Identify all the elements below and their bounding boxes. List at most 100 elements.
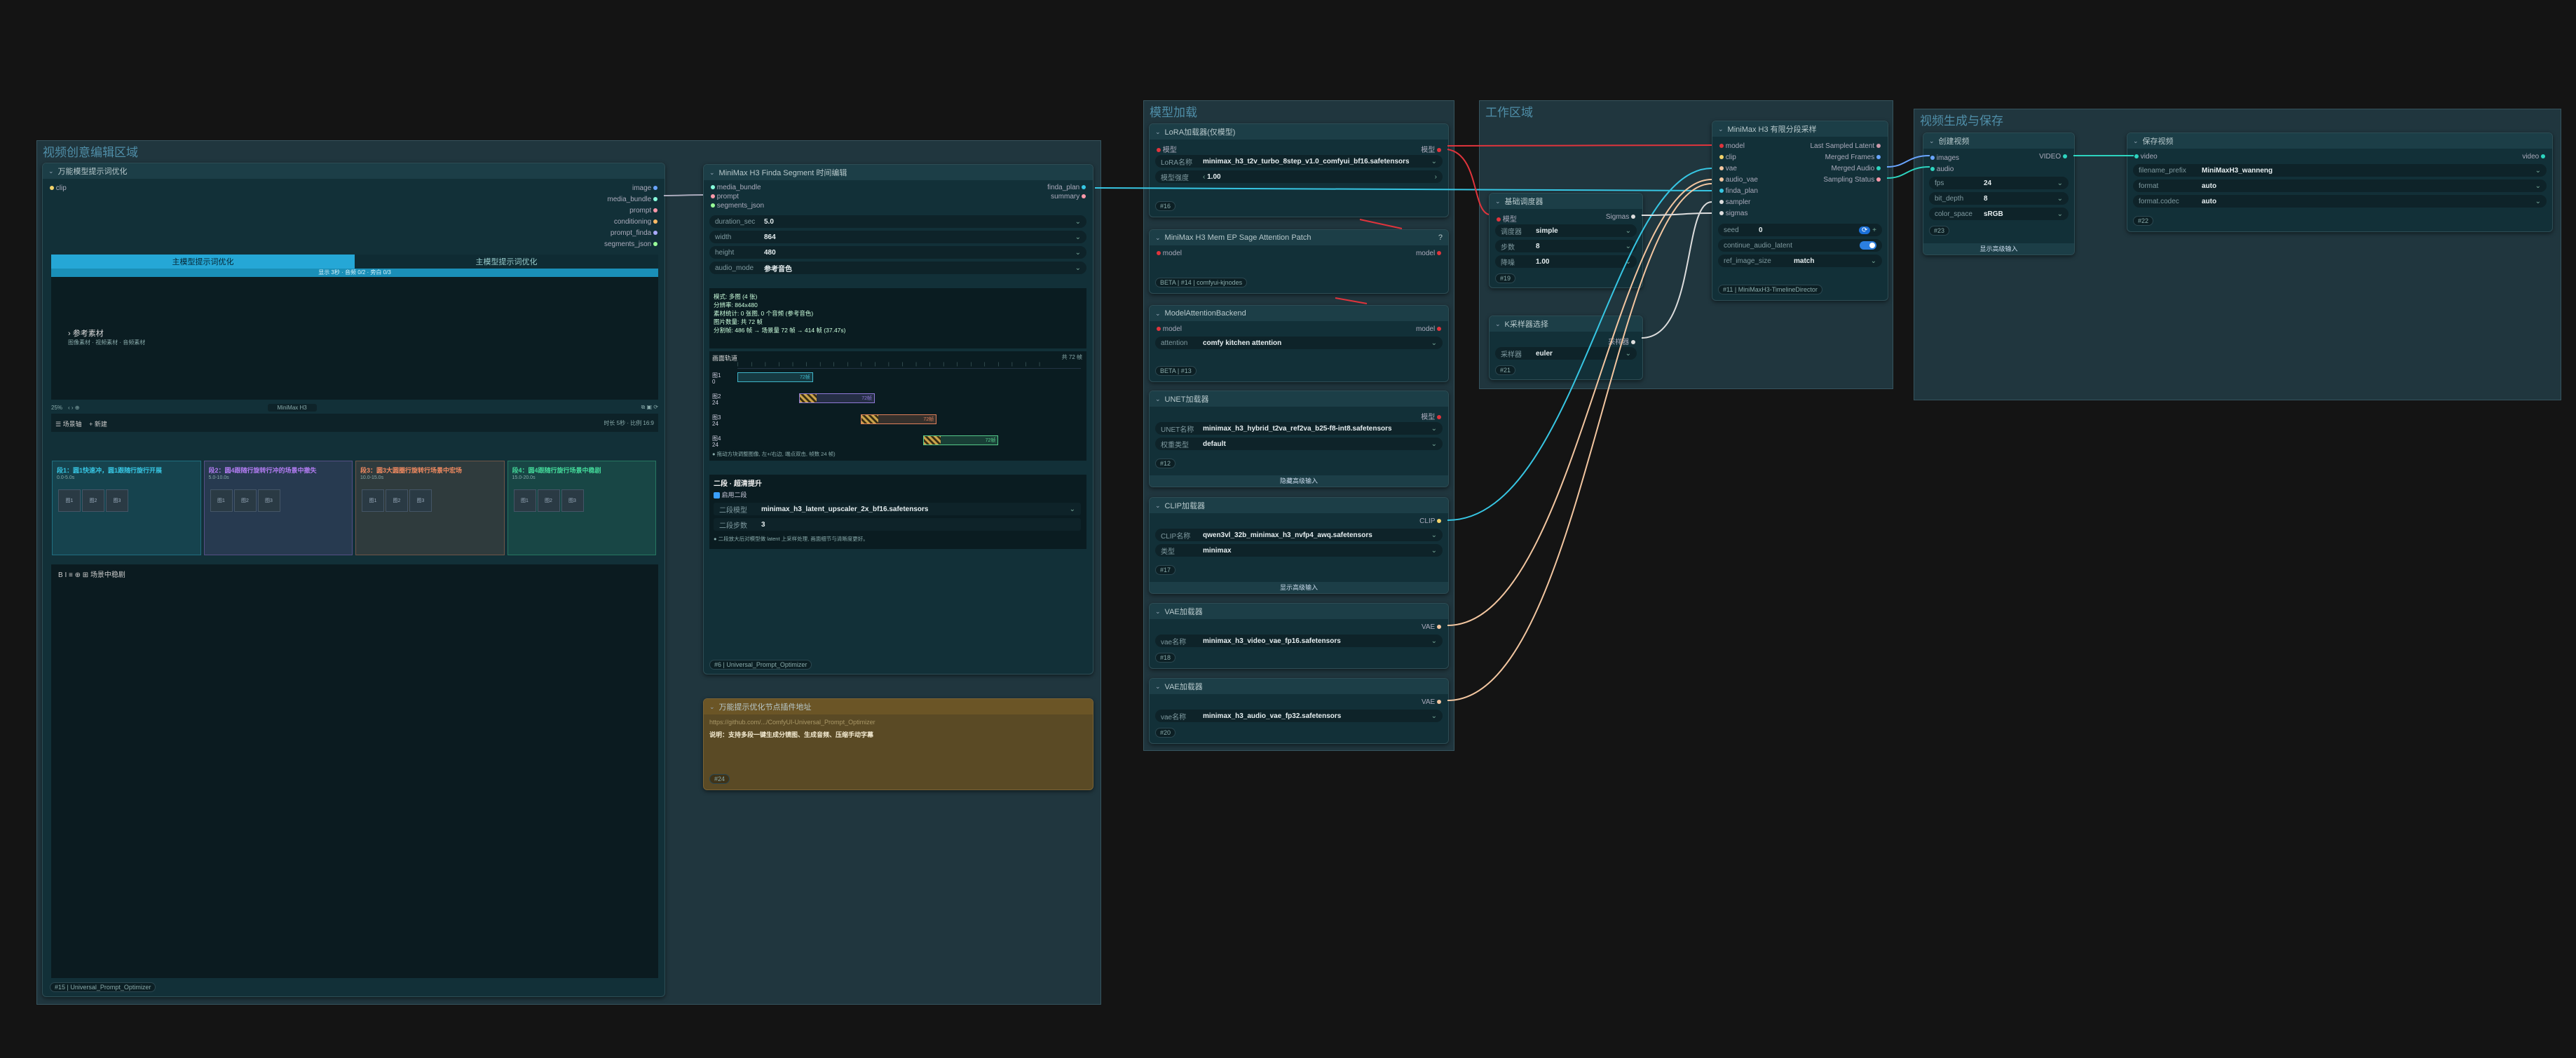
toggle-advanced-button[interactable]: 隐藏高级输入 bbox=[1150, 475, 1448, 487]
track-block[interactable]: 72帧 bbox=[799, 393, 875, 403]
basic-scheduler-node[interactable]: ⌄ 基础调度器 模型 Sigmas #19 调度器 simple ⌄ 步数 8 ⌄ 降噪 1.0… bbox=[1489, 193, 1643, 288]
node-header[interactable]: ⌄ VAE加载器 bbox=[1150, 679, 1448, 694]
vae-loader-audio-node[interactable]: ⌄ VAE加载器 VAE vae名称 minimax_h3_audio_vae_fp… bbox=[1149, 678, 1449, 744]
input-video[interactable]: video bbox=[2134, 153, 2158, 161]
prompt-optimizer-node[interactable]: ⌄ 万能模型提示词优化 clip image media_bundle promp… bbox=[42, 163, 665, 997]
node-header[interactable]: ⌄ 保存视频 bbox=[2127, 133, 2552, 149]
scene-thumbnail[interactable]: 图1 bbox=[58, 489, 81, 512]
scene-thumbnail[interactable]: 图3 bbox=[561, 489, 584, 512]
finda-segment-node[interactable]: ⌄ MiniMax H3 Finda Segment 时间编辑 media_bun… bbox=[703, 164, 1093, 674]
dropdown-icon[interactable]: ⌄ bbox=[1075, 249, 1081, 257]
widget[interactable]: width 864 ⌄ bbox=[709, 231, 1086, 243]
output-slot[interactable]: Merged Frames bbox=[1810, 152, 1881, 163]
lora-strength-input[interactable]: 模型强度 ‹ 1.00 › bbox=[1155, 170, 1443, 183]
widget[interactable]: duration_sec 5.0 ⌄ bbox=[709, 215, 1086, 228]
input-slot[interactable]: finda_plan bbox=[1719, 186, 1758, 197]
output-video[interactable]: VIDEO bbox=[2039, 153, 2067, 161]
node-header[interactable]: ⌄ 基础调度器 bbox=[1490, 194, 1642, 209]
toggle-advanced-button[interactable]: 显示高级输入 bbox=[1150, 582, 1448, 593]
widget[interactable]: fps 24 ⌄ bbox=[1929, 177, 2069, 189]
save-video-node[interactable]: ⌄ 保存视频 video video #22 filename_prefix Min… bbox=[2127, 133, 2553, 232]
dropdown-icon[interactable]: ⌄ bbox=[2057, 210, 2063, 218]
upscale-model-select[interactable]: 二段模型 minimax_h3_latent_upscaler_2x_bf16.s… bbox=[714, 503, 1081, 515]
input-model[interactable]: model bbox=[1157, 250, 1182, 257]
input-slot[interactable]: audio_vae bbox=[1719, 175, 1758, 186]
input-model[interactable]: model bbox=[1157, 325, 1182, 333]
track-panel[interactable]: 画面轨道 共 72 帧 ||||||||||||||||||||||| ● 拖动… bbox=[709, 351, 1086, 461]
scene-thumbnail[interactable]: 图1 bbox=[362, 489, 384, 512]
unet-loader-node[interactable]: ⌄ UNET加载器 模型 UNET名称 minimax_h3_hybrid_t2va… bbox=[1149, 391, 1449, 487]
toolbar-icons[interactable]: ⧉ ▣ ⟳ bbox=[641, 404, 658, 411]
widget[interactable]: format auto ⌄ bbox=[2133, 179, 2547, 192]
note-url[interactable]: https://github.com/.../ComfyUI-Universal… bbox=[709, 719, 875, 726]
zoom-controls[interactable]: ‹ › ⊕ bbox=[68, 405, 79, 411]
output-slot[interactable]: media_bundle bbox=[604, 194, 657, 205]
collapse-icon[interactable]: ⌄ bbox=[48, 168, 54, 175]
timeline-ruler[interactable]: ☰ 场景轴 + 新建 时长 5秒 · 比例 16:9 bbox=[51, 414, 658, 432]
scene-thumbnail[interactable]: 图3 bbox=[409, 489, 432, 512]
output-slot[interactable]: summary bbox=[1047, 192, 1086, 201]
node-header[interactable]: ⌄ UNET加载器 bbox=[1150, 391, 1448, 407]
continue-audio-toggle[interactable]: continue_audio_latent bbox=[1718, 239, 1882, 252]
widget[interactable]: 调度器 simple ⌄ bbox=[1495, 224, 1637, 237]
scene-card[interactable]: 段4：圆4跟随行旋行场景中稳剧 15.0-20.0s 图1 图2 图3 bbox=[507, 461, 656, 555]
output-slot[interactable]: image bbox=[604, 183, 657, 194]
vae-loader-video-node[interactable]: ⌄ VAE加载器 VAE vae名称 minimax_h3_video_vae_fp… bbox=[1149, 603, 1449, 669]
output-slot[interactable]: Last Sampled Latent bbox=[1810, 141, 1881, 152]
scene-thumbnail[interactable]: 图2 bbox=[233, 489, 257, 512]
scene-thumbnail[interactable]: 图2 bbox=[537, 489, 560, 512]
track-block[interactable]: 72帧 bbox=[922, 435, 999, 445]
zoom-level[interactable]: 25% bbox=[51, 405, 62, 411]
scene-thumbnail[interactable]: 图3 bbox=[257, 489, 280, 512]
scene-card[interactable]: 段2：圆4跟随行旋转行冲的场景中撤失 5.0-10.0s 图1 图2 图3 bbox=[203, 461, 353, 555]
dropdown-icon[interactable]: ⌄ bbox=[1075, 264, 1081, 272]
node-header[interactable]: ⌄ VAE加载器 bbox=[1150, 604, 1448, 619]
input-slot[interactable]: vae bbox=[1719, 163, 1758, 175]
output-vae[interactable]: VAE bbox=[1422, 623, 1441, 631]
output-sampler[interactable]: 采样器 bbox=[1608, 336, 1635, 346]
input-slot[interactable]: sigmas bbox=[1719, 208, 1758, 219]
output-slot[interactable]: Sampling Status bbox=[1810, 175, 1881, 186]
output-slot[interactable]: prompt_finda bbox=[604, 228, 657, 239]
node-header[interactable]: ⌄ CLIP加载器 bbox=[1150, 498, 1448, 513]
ksampler-select-node[interactable]: ⌄ K采样器选择 采样器 采样器 euler ⌄ #21 bbox=[1489, 316, 1643, 380]
track-block[interactable]: 72帧 bbox=[737, 372, 813, 382]
weight-dtype-select[interactable]: 权重类型 default ⌄ bbox=[1155, 438, 1443, 450]
track-block[interactable]: 72帧 bbox=[861, 414, 937, 424]
input-slot[interactable]: model bbox=[1719, 141, 1758, 152]
widget[interactable]: audio_mode 参考音色 ⌄ bbox=[709, 262, 1086, 274]
input-slot[interactable]: segments_json bbox=[711, 201, 764, 210]
output-model[interactable]: 模型 bbox=[1421, 144, 1441, 154]
output-slot[interactable]: Merged Audio bbox=[1810, 163, 1881, 175]
create-video-node[interactable]: ⌄ 创建视频 images audio VIDEO #23 显示高级输入 fps 2… bbox=[1923, 133, 2075, 255]
scene-thumbnail[interactable]: 图1 bbox=[210, 489, 233, 512]
scene-card[interactable]: 段1：圆1快速冲，圆1跟随行旋行开展 0.0-5.0s 图1 图2 图3 bbox=[52, 461, 201, 555]
toggle-advanced-button[interactable]: 显示高级输入 bbox=[1923, 243, 2074, 255]
output-sigmas[interactable]: Sigmas bbox=[1606, 213, 1635, 221]
output-slot[interactable]: conditioning bbox=[604, 217, 657, 228]
output-model[interactable]: 模型 bbox=[1421, 411, 1441, 421]
output-slot[interactable]: prompt bbox=[604, 205, 657, 217]
widget[interactable]: height 480 ⌄ bbox=[709, 246, 1086, 259]
widget[interactable]: 降噪 1.00 ⌄ bbox=[1495, 255, 1637, 268]
output-slot[interactable]: segments_json bbox=[604, 239, 657, 250]
dropdown-icon[interactable]: ⌄ bbox=[2535, 167, 2541, 175]
timeline-add-button[interactable]: + 新建 bbox=[89, 421, 107, 428]
input-slot[interactable]: images bbox=[1930, 153, 1959, 164]
widget[interactable]: 步数 8 ⌄ bbox=[1495, 240, 1637, 252]
input-slot[interactable]: clip bbox=[1719, 152, 1758, 163]
tab-refine[interactable]: 主模型提示词优化 bbox=[355, 255, 658, 269]
editor-toolbar[interactable]: B I ≡ ⊕ ⊞ 场景中稳剧 bbox=[58, 569, 125, 579]
dropdown-icon[interactable]: ⌄ bbox=[2057, 195, 2063, 203]
collapse-icon[interactable]: ⌄ bbox=[709, 169, 715, 177]
node-header[interactable]: ⌄ MiniMax H3 Mem EP Sage Attention Patch? bbox=[1150, 230, 1448, 245]
model-select[interactable]: MiniMax H3 bbox=[267, 403, 317, 412]
node-header[interactable]: ⌄ MiniMax H3 有限分段采样 bbox=[1712, 121, 1888, 137]
output-model[interactable]: model bbox=[1416, 325, 1441, 333]
lora-name-select[interactable]: LoRA名称 minimax_h3_t2v_turbo_8step_v1.0_co… bbox=[1155, 155, 1443, 168]
input-clip[interactable]: clip bbox=[50, 184, 67, 192]
sage-attention-node[interactable]: ⌄ MiniMax H3 Mem EP Sage Attention Patch?… bbox=[1149, 229, 1449, 294]
dropdown-icon[interactable]: ⌄ bbox=[1626, 258, 1631, 266]
widget[interactable]: color_space sRGB ⌄ bbox=[1929, 208, 2069, 220]
output-clip[interactable]: CLIP bbox=[1419, 517, 1441, 525]
